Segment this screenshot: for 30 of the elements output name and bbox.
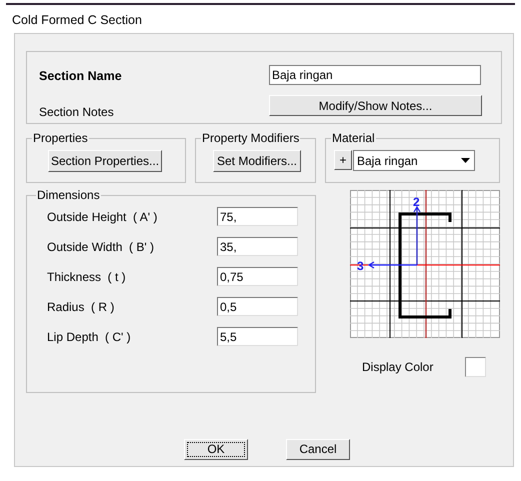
group-legend: Material xyxy=(331,129,376,147)
dropdown-arrow-icon xyxy=(461,158,470,163)
section-name-label: Section Name xyxy=(39,68,123,85)
dimension-label: Thickness ( t ) xyxy=(46,268,127,286)
display-color-label: Display Color xyxy=(362,359,434,376)
dimension-field[interactable]: 75, xyxy=(217,207,298,226)
material-dropdown[interactable]: Baja ringan xyxy=(353,150,475,171)
dimension-field[interactable]: 0,75 xyxy=(217,267,298,286)
section-properties-button[interactable]: Section Properties... xyxy=(48,150,162,172)
dimension-label: Radius ( R ) xyxy=(46,298,116,316)
dimension-label: Outside Height ( A' ) xyxy=(46,208,158,226)
modify-notes-button[interactable]: Modify/Show Notes... xyxy=(269,95,482,116)
dialog-button[interactable]: OK xyxy=(184,439,248,460)
dimension-field[interactable]: 35, xyxy=(217,237,298,256)
axis-label: 2 xyxy=(413,195,420,209)
group-legend: Dimensions xyxy=(36,186,101,204)
dimension-field[interactable]: 5,5 xyxy=(217,327,298,346)
local-axes-arrows xyxy=(368,206,421,269)
dimension-field[interactable]: 0,5 xyxy=(217,297,298,316)
display-color-swatch[interactable] xyxy=(465,357,486,377)
window-title: Cold Formed C Section xyxy=(12,13,143,27)
group-legend: Properties xyxy=(32,129,89,147)
add-material-button[interactable]: + xyxy=(334,150,352,170)
set-modifiers-button[interactable]: Set Modifiers... xyxy=(213,150,301,172)
group-legend: Property Modifiers xyxy=(201,129,300,147)
section-notes-label: Section Notes xyxy=(39,104,115,121)
dimension-label: Outside Width ( B' ) xyxy=(46,238,155,256)
dimension-label: Lip Depth ( C' ) xyxy=(46,328,132,346)
dialog-button[interactable]: Cancel xyxy=(286,439,350,460)
section-name-field[interactable]: Baja ringan xyxy=(269,65,481,85)
